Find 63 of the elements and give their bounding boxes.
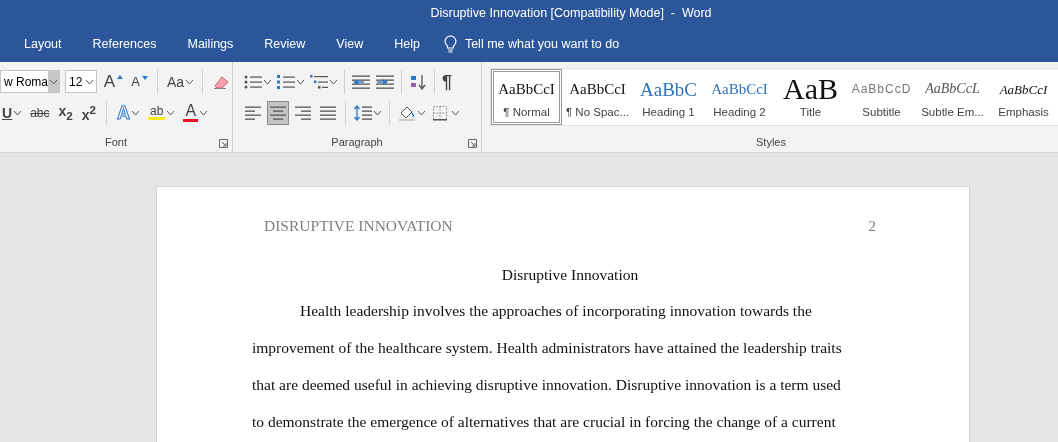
style-item[interactable]: AaBbCcI ¶ Normal: [491, 69, 562, 125]
document-title: Disruptive Innovation: [500, 266, 640, 284]
caret-icon: [167, 110, 175, 115]
body-text-line: improvement of the healthcare system. Health administrators have attained the leadership traits: [252, 339, 843, 358]
tell-me-field[interactable]: Tell me what you want to do: [464, 37, 620, 51]
caret-icon: [418, 110, 425, 115]
grow-font-button[interactable]: A: [101, 69, 126, 94]
caret-icon: [200, 110, 208, 115]
align-right-icon: [294, 104, 312, 121]
caret-icon: [50, 79, 57, 84]
page-number: 2: [868, 217, 876, 235]
ribbon-tab[interactable]: View: [336, 33, 364, 55]
increase-indent-icon: [376, 73, 394, 90]
group-label: Styles: [755, 135, 787, 150]
numbering-icon: [277, 73, 295, 90]
strikethrough-button[interactable]: abc: [28, 100, 52, 125]
show-marks-button[interactable]: ¶: [440, 69, 454, 94]
running-head: DISRUPTIVE INNOVATION: [264, 217, 453, 235]
font-color-button[interactable]: A: [181, 100, 210, 125]
shrink-font-button[interactable]: A: [129, 69, 150, 94]
ribbon-tab[interactable]: Help: [394, 33, 420, 55]
up-triangle-icon: [117, 74, 124, 79]
ribbon-tab[interactable]: References: [92, 33, 157, 55]
caret-icon: [297, 79, 304, 84]
align-center-icon: [269, 104, 287, 121]
ribbon-tab[interactable]: Review: [264, 33, 306, 55]
caret-icon: [86, 79, 94, 84]
dialog-launcher-icon[interactable]: [468, 139, 477, 148]
paint-bucket-icon: [398, 104, 416, 121]
font-size-field[interactable]: 12: [65, 70, 97, 93]
group-label: Font: [104, 135, 128, 150]
decrease-indent-icon: [352, 73, 370, 90]
center-button[interactable]: [267, 100, 289, 125]
body-text-line: that are deemed useful in achieving disruptive innovation. Disruptive innovation is a term used: [252, 376, 842, 395]
group-label: Paragraph: [330, 135, 384, 150]
multilevel-list-icon: [310, 73, 328, 90]
caret-icon: [330, 79, 337, 84]
body-text-line: Health leadership involves the approaches of incorporating innovation towards the: [299, 302, 813, 321]
caret-icon: [132, 110, 140, 115]
align-left-icon: [244, 104, 262, 121]
ribbon-tab[interactable]: Layout: [24, 33, 62, 55]
subscript-button[interactable]: x$_{2}$: [56, 100, 75, 125]
body-text-line: to demonstrate the emergence of alternatives that are crucial in forcing the change of a current: [252, 413, 837, 432]
highlight-button[interactable]: ab: [146, 100, 177, 125]
dialog-launcher-icon[interactable]: [219, 139, 228, 148]
caret-icon: [264, 79, 271, 84]
caret-icon: [452, 110, 459, 115]
bullets-icon: [244, 73, 262, 90]
lightbulb-icon: [443, 35, 457, 53]
font-name-field[interactable]: w Roma: [0, 70, 60, 93]
change-case-button[interactable]: Aa: [164, 69, 195, 94]
line-spacing-icon: [354, 104, 372, 121]
underline-button[interactable]: U: [0, 100, 24, 125]
window-title: Disruptive Innovation [Compatibility Mode] - Word: [430, 6, 712, 20]
caret-icon: [186, 79, 193, 84]
down-triangle-icon: [141, 75, 148, 80]
superscript-button[interactable]: x$^{2}$: [79, 100, 99, 125]
justify-icon: [319, 104, 337, 121]
sort-icon: [409, 73, 427, 90]
borders-icon: [432, 104, 450, 121]
caret-icon: [14, 110, 22, 115]
ribbon-tab[interactable]: Mailings: [187, 33, 234, 55]
caret-icon: [374, 110, 381, 115]
